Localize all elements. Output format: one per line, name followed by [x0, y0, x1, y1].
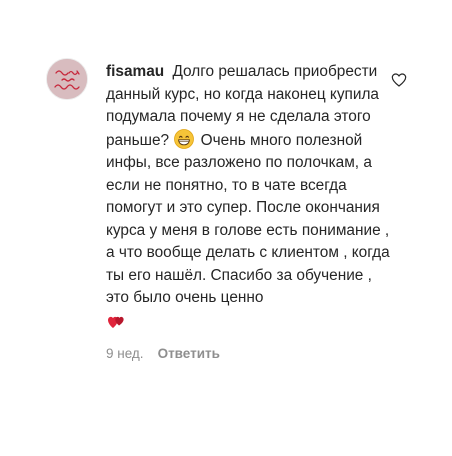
- avatar-logo: [47, 59, 87, 99]
- comment-timestamp[interactable]: 9 нед.: [106, 346, 144, 361]
- comment-meta: 9 нед. Ответить: [106, 346, 398, 361]
- comment-text: fisamau Долго решалась приобрести данный…: [106, 61, 398, 330]
- comment-text-part2: Очень много полезной инфы, все разложено…: [106, 131, 390, 307]
- avatar[interactable]: [46, 58, 88, 100]
- heart-outline-icon[interactable]: [391, 72, 407, 88]
- comment-body: fisamau Долго решалась приобрести данный…: [106, 61, 398, 361]
- two-hearts-icon: [108, 316, 124, 328]
- reply-button[interactable]: Ответить: [158, 346, 220, 361]
- comment-username[interactable]: fisamau: [106, 63, 164, 80]
- grinning-face-icon: [174, 128, 195, 149]
